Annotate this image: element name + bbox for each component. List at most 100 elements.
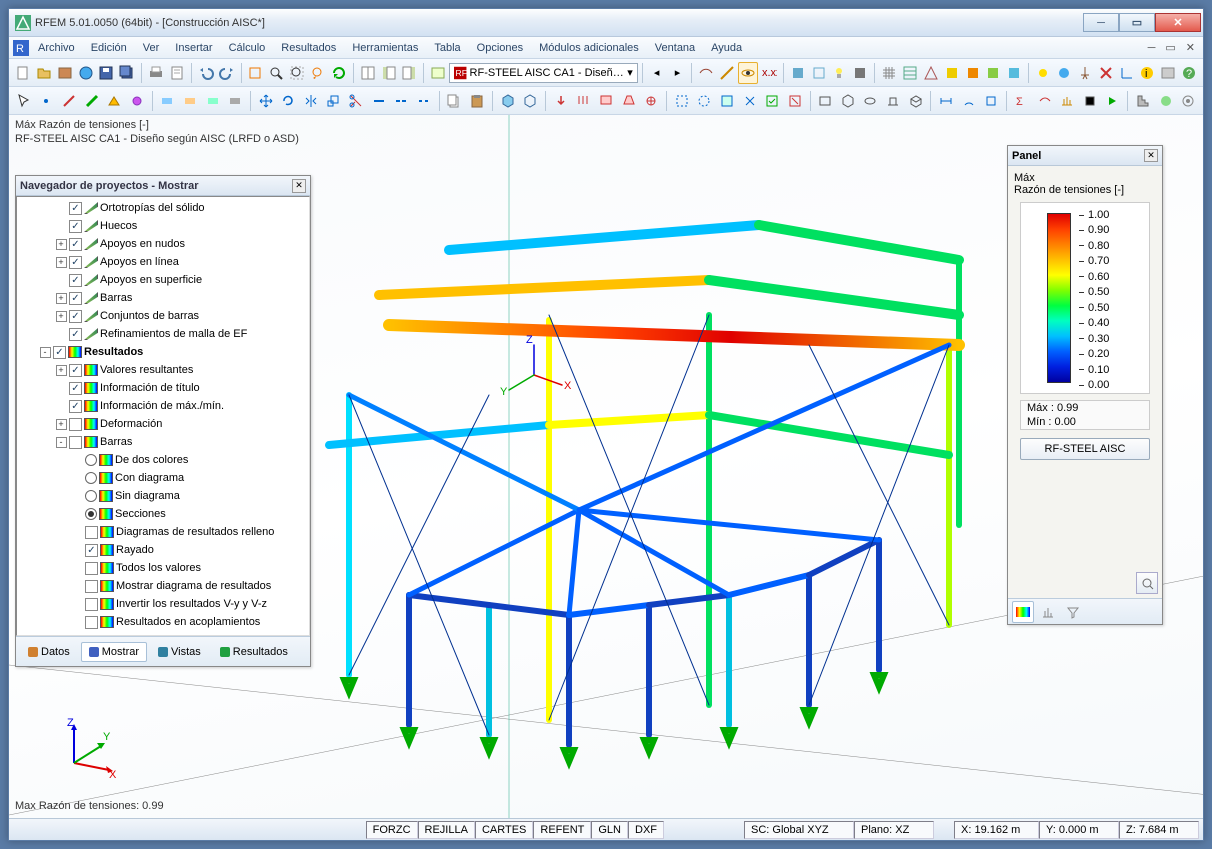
layer-icon[interactable] [1158, 62, 1178, 84]
panel-expand-icon[interactable] [1136, 572, 1158, 594]
tree-item[interactable]: Con diagrama [17, 469, 309, 487]
nav-tab-resultados[interactable]: Resultados [212, 642, 296, 662]
open3d-icon[interactable] [519, 90, 541, 112]
tree-item[interactable]: Secciones [17, 505, 309, 523]
solid-icon[interactable] [497, 90, 519, 112]
mdi-minimize-icon[interactable]: ─ [1144, 42, 1160, 54]
tree-item[interactable]: -✓Resultados [17, 343, 309, 361]
cursor-icon[interactable] [13, 90, 35, 112]
tree-item[interactable]: +✓Valores resultantes [17, 361, 309, 379]
menu-ver[interactable]: Ver [136, 40, 167, 56]
status-toggle-forzc[interactable]: FORZC [366, 821, 418, 839]
tree-item[interactable]: Todos los valores [17, 559, 309, 577]
mirror-icon[interactable] [300, 90, 322, 112]
status-toggle-rejilla[interactable]: REJILLA [418, 821, 475, 839]
node-icon[interactable] [36, 90, 58, 112]
menu-modulos[interactable]: Módulos adicionales [532, 40, 646, 56]
menu-resultados[interactable]: Resultados [274, 40, 343, 56]
redo-icon[interactable] [217, 62, 237, 84]
load-3-icon[interactable] [595, 90, 617, 112]
rf-steel-button[interactable]: RF-STEEL AISC [1020, 438, 1150, 460]
new-icon[interactable] [13, 62, 33, 84]
color-4-icon[interactable] [1004, 62, 1024, 84]
sec-icon[interactable] [1132, 90, 1154, 112]
res-val-icon[interactable]: Σ [1011, 90, 1033, 112]
axis-icon[interactable] [1117, 62, 1137, 84]
nav-prev-icon[interactable]: ◂ [647, 62, 667, 84]
print-icon[interactable] [146, 62, 166, 84]
viewport-3d[interactable]: Z X Y Máx Razón de tensiones [-] RF-STEE… [9, 115, 1203, 818]
tree-item[interactable]: De dos colores [17, 451, 309, 469]
tree-item[interactable]: ✓Información de máx./mín. [17, 397, 309, 415]
nav-tab-vistas[interactable]: Vistas [150, 642, 209, 662]
surf-icon[interactable] [103, 90, 125, 112]
select-5-icon[interactable] [761, 90, 783, 112]
panel-tab-filter-icon[interactable] [1062, 601, 1084, 623]
tree-item[interactable]: ✓Rayado [17, 541, 309, 559]
tree-item[interactable]: Resultados en acoplamientos [17, 613, 309, 631]
load-5-icon[interactable] [640, 90, 662, 112]
zoom-window-icon[interactable] [266, 62, 286, 84]
mdi-restore-icon[interactable]: ▭ [1161, 41, 1179, 54]
panel-header[interactable]: Panel ✕ [1008, 146, 1162, 166]
panel-tab-scale-icon[interactable] [1037, 601, 1059, 623]
navigator-close-icon[interactable]: ✕ [292, 179, 306, 193]
trim-icon[interactable] [345, 90, 367, 112]
join-icon[interactable] [413, 90, 435, 112]
panel-show-icon[interactable] [399, 62, 419, 84]
tree-item[interactable]: +✓Barras [17, 289, 309, 307]
select-3-icon[interactable] [716, 90, 738, 112]
support-icon[interactable] [1075, 62, 1095, 84]
zoom-all-icon[interactable] [287, 62, 307, 84]
tree-item[interactable]: ✓Información de título [17, 379, 309, 397]
tree-item[interactable]: Invertir los resultados V-y y V-z [17, 595, 309, 613]
menu-insertar[interactable]: Insertar [168, 40, 219, 56]
status-toggle-gln[interactable]: GLN [591, 821, 628, 839]
network-icon[interactable] [76, 62, 96, 84]
maximize-button[interactable]: ▭ [1119, 13, 1155, 32]
close-button[interactable]: ✕ [1155, 13, 1201, 32]
globe-icon[interactable] [1054, 62, 1074, 84]
load-4-icon[interactable] [618, 90, 640, 112]
tree-item[interactable]: Diagramas de resultados relleno [17, 523, 309, 541]
report-icon[interactable] [167, 62, 187, 84]
project-icon[interactable] [55, 62, 75, 84]
menu-archivo[interactable]: Archivo [31, 40, 82, 56]
menu-calculo[interactable]: Cálculo [222, 40, 273, 56]
titlebar[interactable]: RFEM 5.01.0050 (64bit) - [Construcción A… [9, 9, 1203, 37]
copy-icon[interactable] [444, 90, 466, 112]
res-def-icon[interactable] [1034, 90, 1056, 112]
set4-icon[interactable] [224, 90, 246, 112]
color-1-icon[interactable] [942, 62, 962, 84]
mat-icon[interactable] [1155, 90, 1177, 112]
color-3-icon[interactable] [983, 62, 1003, 84]
navigator-show-icon[interactable] [379, 62, 399, 84]
view-iso-icon[interactable] [905, 90, 927, 112]
member-icon[interactable] [81, 90, 103, 112]
load-2-icon[interactable] [573, 90, 595, 112]
nav-tab-datos[interactable]: Datos [20, 642, 78, 662]
tree-item[interactable]: ✓Ortotropías del sólido [17, 199, 309, 217]
refresh-icon[interactable] [329, 62, 349, 84]
grid-icon[interactable] [879, 62, 899, 84]
extend-icon[interactable] [368, 90, 390, 112]
menu-tabla[interactable]: Tabla [427, 40, 467, 56]
tree-item[interactable]: Sin diagrama [17, 487, 309, 505]
view-3-icon[interactable] [738, 62, 758, 84]
tree-item[interactable]: ✓Huecos [17, 217, 309, 235]
module-list-icon[interactable] [428, 62, 448, 84]
zoom-prev-icon[interactable] [308, 62, 328, 84]
color-2-icon[interactable] [963, 62, 983, 84]
view-1-icon[interactable] [696, 62, 716, 84]
undo-icon[interactable] [196, 62, 216, 84]
tree-item[interactable]: +✓Conjuntos de barras [17, 307, 309, 325]
opt-icon[interactable] [1177, 90, 1199, 112]
res-stress-icon[interactable] [1079, 90, 1101, 112]
status-toggle-dxf[interactable]: DXF [628, 821, 664, 839]
save-icon[interactable] [97, 62, 117, 84]
tree-item[interactable]: ✓Apoyos en superficie [17, 271, 309, 289]
pl-icon[interactable] [126, 90, 148, 112]
toggle-1-icon[interactable] [245, 62, 265, 84]
rotate-icon[interactable] [278, 90, 300, 112]
navigator-header[interactable]: Navegador de proyectos - Mostrar ✕ [16, 176, 310, 196]
